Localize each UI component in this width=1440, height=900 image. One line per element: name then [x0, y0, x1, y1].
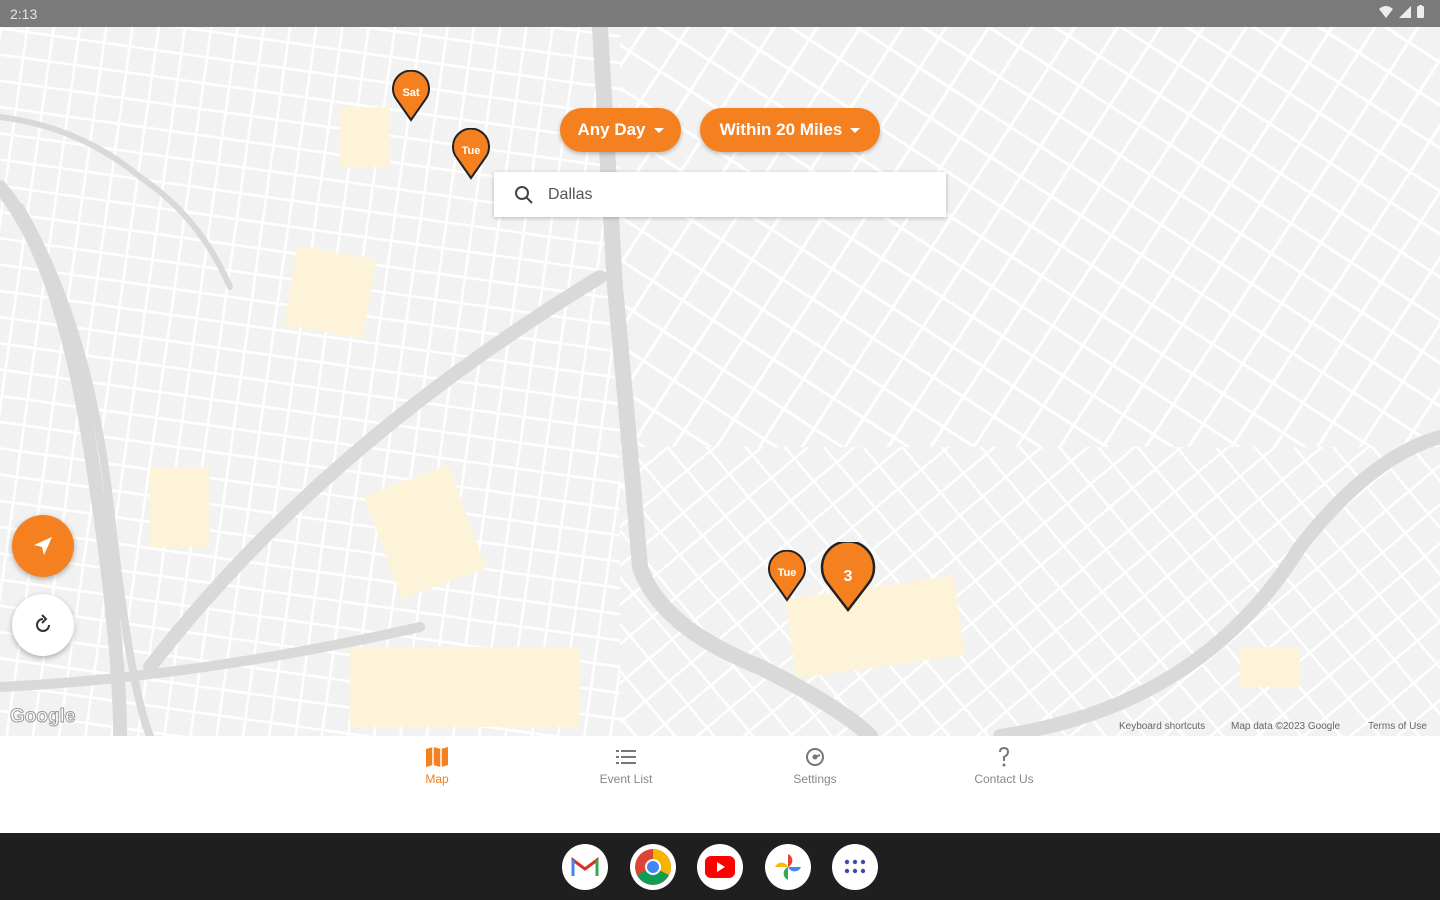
- signal-icon: [1399, 5, 1411, 18]
- list-icon: [616, 750, 636, 764]
- event-pin[interactable]: Tue: [767, 549, 807, 602]
- battery-icon: [1417, 5, 1424, 18]
- search-bar[interactable]: [494, 172, 946, 217]
- day-filter-label: Any Day: [577, 120, 646, 139]
- event-cluster-pin[interactable]: 3: [820, 540, 876, 613]
- nav-label: Settings: [793, 772, 837, 786]
- nav-tab-event-list[interactable]: Event List: [546, 746, 706, 786]
- pin-label: Tue: [777, 567, 797, 579]
- event-pin[interactable]: Tue: [451, 127, 491, 180]
- keyboard-shortcuts-link[interactable]: Keyboard shortcuts: [1119, 721, 1205, 732]
- question-icon: [999, 746, 1010, 767]
- chrome-icon: [635, 849, 671, 885]
- distance-filter-label: Within 20 Miles: [719, 120, 843, 139]
- youtube-icon: [705, 856, 735, 878]
- navigation-arrow-icon: [34, 537, 52, 555]
- status-icons: [1379, 5, 1424, 18]
- bottom-navigation: Map Event List Settings Contact Us: [0, 736, 1440, 833]
- search-input[interactable]: [546, 184, 910, 205]
- cluster-count: 3: [843, 568, 853, 585]
- settings-icon: [806, 748, 824, 766]
- app-drawer-icon: [844, 859, 866, 874]
- pin-label: Tue: [461, 145, 481, 157]
- wifi-icon: [1379, 5, 1393, 18]
- status-time: 2:13: [10, 6, 38, 22]
- system-taskbar: [0, 833, 1440, 900]
- nav-label: Contact Us: [974, 772, 1034, 786]
- photos-app[interactable]: [765, 844, 811, 890]
- chrome-app[interactable]: [630, 844, 676, 890]
- nav-tab-map[interactable]: Map: [357, 746, 517, 786]
- google-logo: Google: [9, 706, 76, 728]
- my-location-button[interactable]: [12, 515, 74, 577]
- terms-of-use-link[interactable]: Terms of Use: [1368, 721, 1427, 732]
- refresh-icon: [36, 614, 50, 632]
- chevron-down-icon: [653, 127, 664, 133]
- pin-label: Sat: [402, 87, 420, 99]
- status-bar: 2:13: [0, 0, 1440, 27]
- distance-filter-chip[interactable]: Within 20 Miles: [700, 108, 880, 152]
- map-view[interactable]: Any Day Within 20 Miles Sat Tue Tue: [0, 27, 1440, 736]
- day-filter-chip[interactable]: Any Day: [560, 108, 681, 152]
- chevron-down-icon: [850, 127, 861, 133]
- gmail-app[interactable]: [562, 844, 608, 890]
- nav-tab-settings[interactable]: Settings: [735, 746, 895, 786]
- nav-label: Map: [425, 772, 449, 786]
- map-icon: [426, 747, 448, 767]
- search-icon: [515, 185, 533, 204]
- refresh-button[interactable]: [12, 594, 74, 656]
- nav-tab-contact-us[interactable]: Contact Us: [924, 746, 1084, 786]
- map-data-attribution: Map data ©2023 Google: [1231, 721, 1341, 732]
- gmail-icon: [571, 857, 599, 876]
- youtube-app[interactable]: [697, 844, 743, 890]
- app-drawer[interactable]: [832, 844, 878, 890]
- photos-icon: [775, 854, 801, 880]
- nav-label: Event List: [599, 772, 653, 786]
- event-pin[interactable]: Sat: [391, 69, 431, 122]
